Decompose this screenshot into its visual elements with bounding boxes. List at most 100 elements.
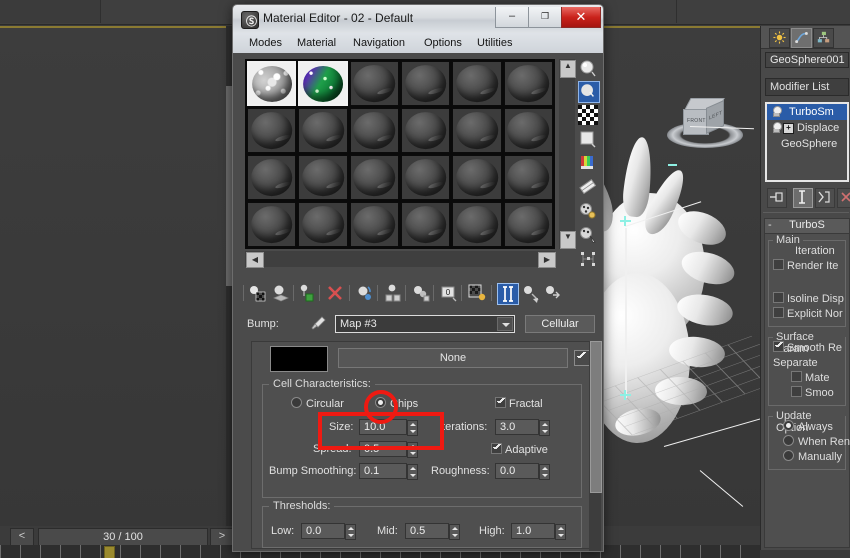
roughness-spinner-arrows[interactable] (539, 464, 550, 480)
mid-spinner-arrows[interactable] (449, 524, 460, 540)
material-effects-channel-icon[interactable]: 0 (439, 283, 459, 303)
menu-navigation[interactable]: Navigation (349, 36, 409, 50)
update-always-row[interactable]: Always (773, 420, 843, 435)
material-slot-22[interactable] (400, 202, 451, 247)
slots-scroll-right-button[interactable]: ▶ (538, 252, 556, 268)
render-iterations-checkbox[interactable] (773, 259, 784, 270)
put-to-library-icon[interactable] (411, 283, 431, 303)
fractal-checkbox-row[interactable]: Fractal (495, 397, 543, 410)
light-bulb-icon[interactable] (771, 106, 782, 118)
stack-item-turbosmooth[interactable]: TurboSm (767, 104, 847, 120)
menu-material[interactable]: Material (293, 36, 340, 50)
menu-utilities[interactable]: Utilities (473, 36, 516, 50)
map-none-button[interactable]: None (338, 348, 568, 368)
modify-tab[interactable] (791, 28, 812, 48)
iterations-spinner[interactable]: 3.0 (495, 419, 550, 436)
update-manually-radio[interactable] (783, 450, 794, 461)
prev-frame-button[interactable]: < (10, 528, 34, 546)
make-unique-icon[interactable] (383, 283, 403, 303)
material-slot-3[interactable] (349, 61, 399, 106)
update-when-rendering-radio[interactable] (783, 435, 794, 446)
high-spinner-arrows[interactable] (555, 524, 566, 540)
material-slot-2[interactable] (298, 61, 348, 106)
parameters-scrollbar[interactable] (589, 341, 602, 551)
slots-scroll-left-button[interactable]: ◀ (246, 252, 264, 268)
material-slot-14[interactable] (298, 155, 348, 200)
modifier-list-dropdown[interactable]: Modifier List (765, 78, 849, 96)
parameters-scrollbar-thumb[interactable] (590, 341, 602, 493)
material-slot-15[interactable] (349, 155, 399, 200)
current-frame-field[interactable]: 30 / 100 (38, 528, 208, 546)
bump-smoothing-spinner[interactable]: 0.1 (359, 463, 418, 480)
isoline-display-checkbox[interactable] (773, 292, 784, 303)
remove-modifier-stack-icon[interactable] (837, 188, 850, 208)
fractal-checkbox[interactable] (495, 397, 506, 408)
bump-smoothing-spinner-arrows[interactable] (407, 464, 418, 480)
map-enable-checkbox[interactable] (574, 350, 590, 366)
separate-materials-row[interactable]: Mate (773, 371, 843, 386)
material-slots-grid[interactable] (245, 59, 555, 249)
toolbar-cell-1[interactable] (0, 0, 101, 23)
material-slot-16[interactable] (400, 155, 451, 200)
options-icon[interactable] (578, 201, 598, 221)
material-slot-9[interactable] (349, 108, 399, 153)
material-slot-6[interactable] (503, 61, 553, 106)
isoline-display-row[interactable]: Isoline Disp (773, 292, 844, 307)
hierarchy-tab[interactable] (813, 28, 834, 48)
material-slot-7[interactable] (247, 108, 297, 153)
expand-plus-icon[interactable]: + (783, 123, 794, 134)
color-swatch[interactable] (270, 346, 328, 372)
material-slot-10[interactable] (400, 108, 451, 153)
separate-materials-checkbox[interactable] (791, 371, 802, 382)
go-forward-to-sibling-icon[interactable] (543, 283, 563, 303)
slots-horizontal-scrollbar[interactable]: ◀ ▶ (245, 251, 556, 268)
make-preview-icon[interactable] (578, 177, 598, 197)
background-checker-icon[interactable] (578, 105, 598, 125)
eyedropper-icon[interactable] (309, 315, 327, 333)
make-material-copy-icon[interactable] (355, 283, 375, 303)
rollout-header[interactable]: - TurboS (765, 219, 849, 234)
update-manually-row[interactable]: Manually (773, 450, 843, 465)
separate-smoothing-checkbox[interactable] (791, 386, 802, 397)
pin-stack-icon[interactable] (767, 188, 787, 208)
material-slot-19[interactable] (247, 202, 297, 247)
material-slot-23[interactable] (452, 202, 502, 247)
explicit-normals-row[interactable]: Explicit Nor (773, 307, 843, 322)
material-slot-11[interactable] (452, 108, 502, 153)
assign-material-to-selection-icon[interactable] (297, 283, 317, 303)
select-by-material-icon[interactable] (578, 225, 598, 245)
stack-item-displace[interactable]: + Displace (767, 120, 847, 136)
low-spinner[interactable]: 0.0 (301, 523, 356, 540)
light-bulb-icon[interactable] (771, 122, 782, 134)
material-map-navigator-icon[interactable] (578, 249, 598, 269)
map-name-field[interactable]: Map #3 (335, 315, 515, 333)
next-frame-button[interactable]: > (210, 528, 234, 546)
put-material-to-scene-icon[interactable] (271, 283, 291, 303)
material-slot-4[interactable] (400, 61, 451, 106)
close-button[interactable]: ✕ (561, 7, 601, 28)
smooth-result-row[interactable]: Smooth Re (773, 341, 843, 356)
material-slot-17[interactable] (452, 155, 502, 200)
material-slot-24[interactable] (503, 202, 553, 247)
material-slot-21[interactable] (349, 202, 399, 247)
chevron-down-icon[interactable] (497, 317, 513, 331)
slots-scroll-down-button[interactable]: ▼ (560, 231, 576, 249)
rollout-collapse-icon[interactable]: - (768, 219, 772, 232)
show-map-in-viewport-icon[interactable] (467, 283, 487, 303)
adaptive-checkbox-row[interactable]: Adaptive (491, 443, 548, 456)
timeline-slider[interactable] (104, 546, 115, 558)
smooth-result-checkbox[interactable] (773, 341, 784, 352)
high-spinner[interactable]: 1.0 (511, 523, 566, 540)
mid-spinner[interactable]: 0.5 (405, 523, 460, 540)
update-always-radio[interactable] (783, 420, 794, 431)
backlight-icon[interactable] (578, 81, 600, 103)
material-editor-titlebar[interactable]: Ⓢ Material Editor - 02 - Default – ❐ ✕ (233, 5, 603, 34)
material-editor-window[interactable]: Ⓢ Material Editor - 02 - Default – ❐ ✕ M… (232, 4, 604, 552)
circular-radio[interactable] (291, 397, 302, 408)
material-slot-20[interactable] (298, 202, 348, 247)
render-iterations-row[interactable]: Render Ite (773, 259, 843, 274)
circular-radio-row[interactable]: Circular (291, 397, 344, 410)
menu-modes[interactable]: Modes (245, 36, 286, 50)
show-end-result-icon[interactable] (497, 283, 519, 305)
adaptive-checkbox[interactable] (491, 443, 502, 454)
